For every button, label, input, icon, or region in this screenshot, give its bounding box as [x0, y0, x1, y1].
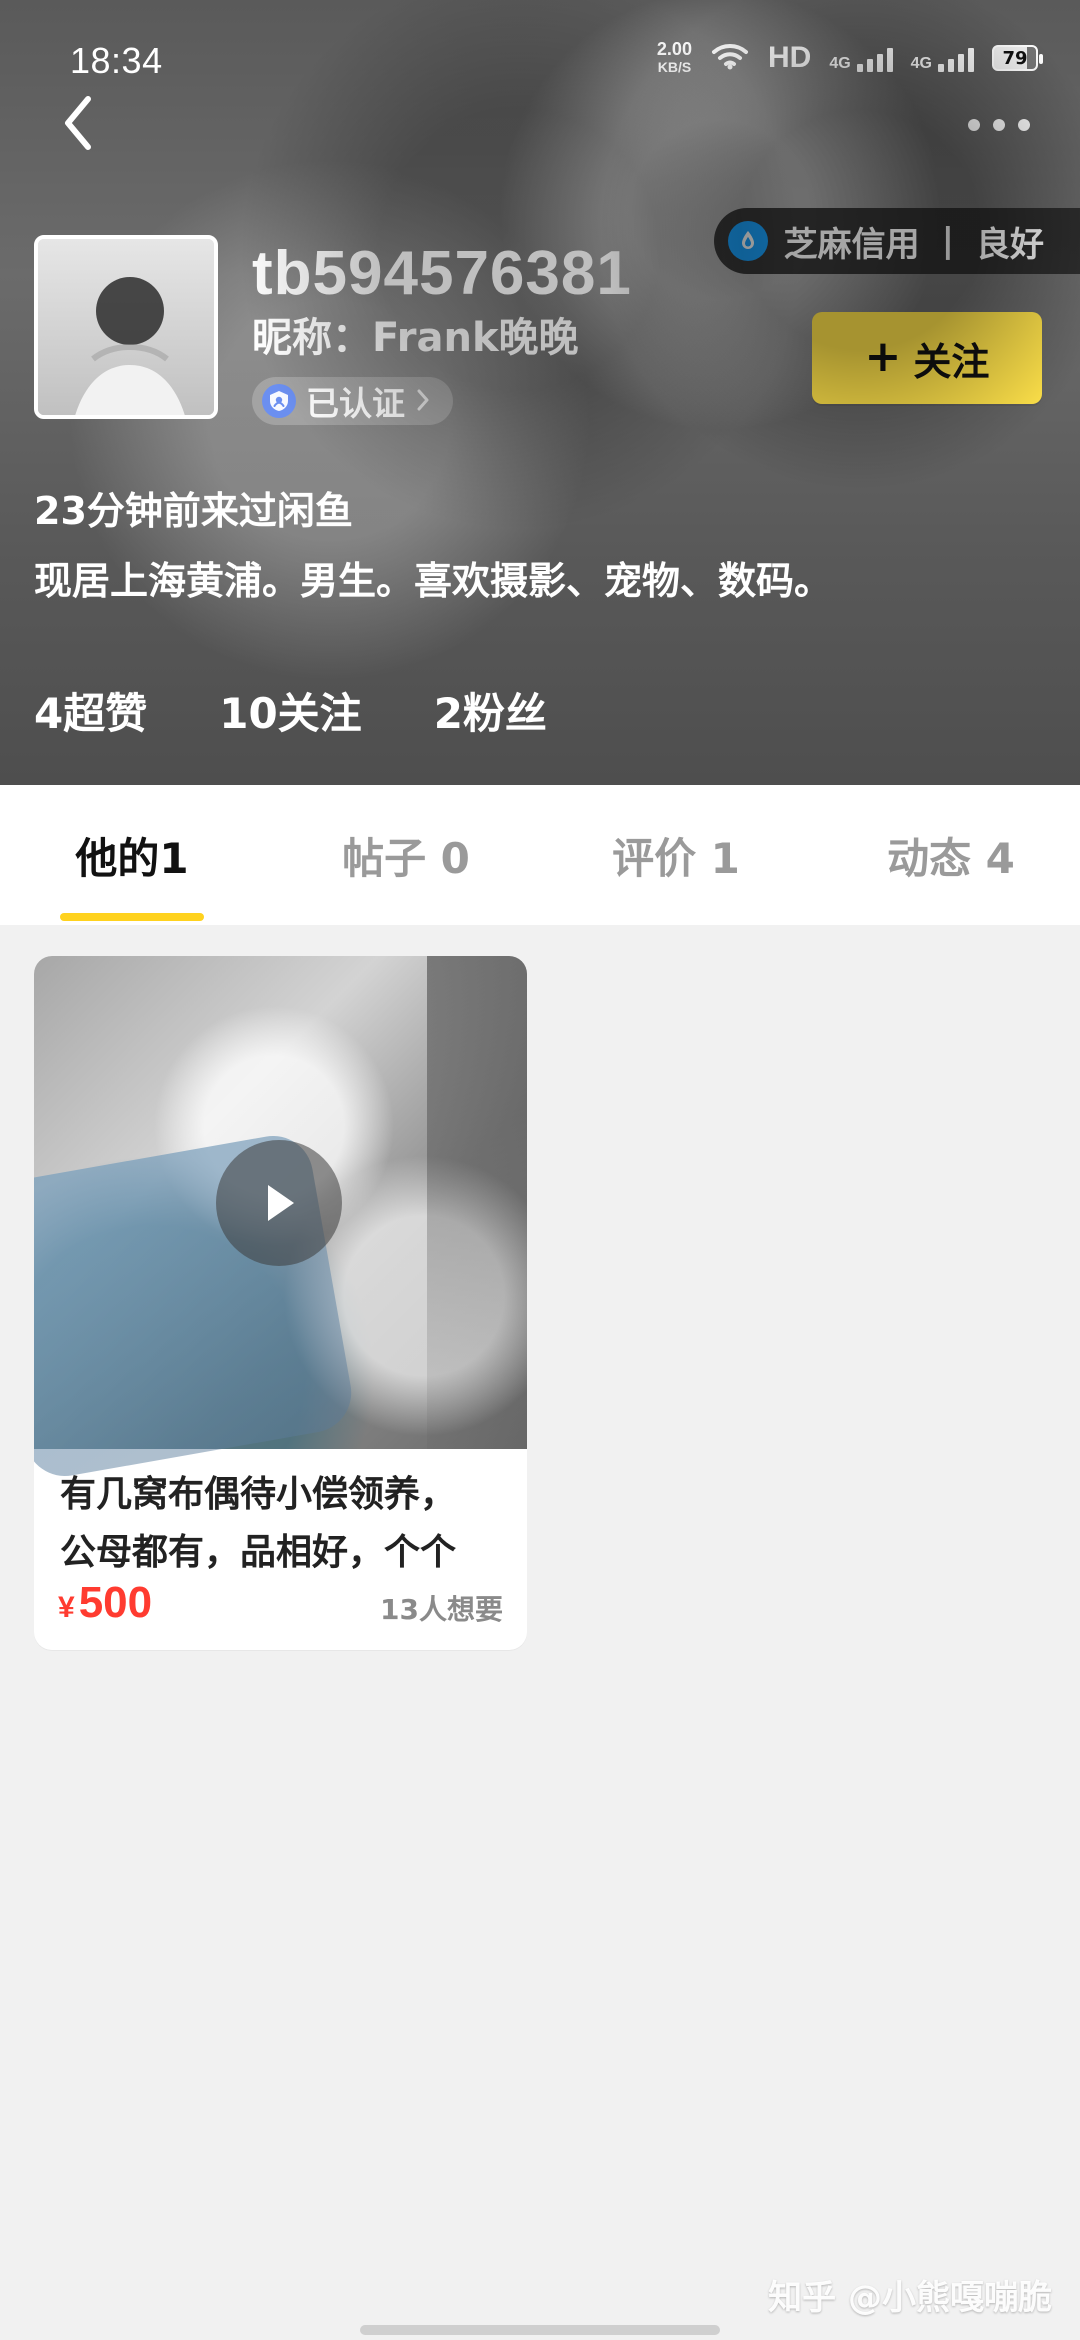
play-button[interactable]	[216, 1140, 342, 1266]
credit-drop-icon	[727, 221, 768, 261]
verified-user-icon	[262, 384, 296, 418]
credit-separator: |	[941, 221, 954, 261]
home-indicator[interactable]	[360, 2325, 720, 2335]
price-amount: 500	[78, 1578, 153, 1627]
stat-following[interactable]: 10关注	[219, 680, 361, 741]
want-count: 13人想要	[380, 1593, 503, 1626]
status-bar: 18:34 2.00 KB/S HD 4G 4G 79	[0, 0, 1080, 100]
last-seen: 23分钟前来过闲鱼	[34, 489, 353, 533]
signal-bars-icon	[938, 44, 974, 72]
sim2: 4G	[911, 44, 974, 72]
battery-level: 79	[1002, 47, 1028, 69]
verified-label: 已认证	[306, 384, 405, 423]
profile-header: 18:34 2.00 KB/S HD 4G 4G 79 tb594576381 …	[0, 0, 1080, 785]
profile-tabs: 他的1 帖子 0 评价 1 动态 4	[0, 785, 1080, 925]
sim2-label: 4G	[910, 55, 932, 72]
tab-posts[interactable]: 帖子 0	[336, 785, 476, 925]
more-horizontal-icon	[968, 119, 1030, 131]
listing-thumbnail[interactable]	[34, 956, 527, 1449]
credit-rating: 良好	[976, 224, 1044, 265]
net-speed: 2.00 KB/S	[657, 40, 692, 76]
tab-reviews[interactable]: 评价 1	[606, 785, 746, 925]
credit-label: 芝麻信用	[783, 224, 920, 265]
follow-button[interactable]: + 关注	[812, 312, 1042, 404]
status-time: 18:34	[70, 40, 163, 81]
status-indicators: 2.00 KB/S HD 4G 4G 79	[657, 40, 1043, 76]
tab-activity[interactable]: 动态 4	[876, 785, 1026, 925]
username: tb594576381	[252, 239, 632, 308]
stat-followers[interactable]: 2粉丝	[434, 680, 547, 741]
net-speed-unit: KB/S	[657, 59, 692, 75]
avatar[interactable]	[34, 235, 218, 419]
listing-title: 有几窝布偶待小偿领养， 公母都有，品相好，个个	[60, 1474, 457, 1573]
listing-price: ¥ 500	[58, 1578, 152, 1628]
wifi-icon	[710, 42, 750, 74]
net-speed-value: 2.00	[656, 39, 692, 59]
bio: 现居上海黄浦。男生。喜欢摄影、宠物、数码。	[34, 559, 833, 603]
hd-indicator: HD	[767, 41, 812, 74]
more-options-button[interactable]	[954, 95, 1044, 155]
plus-icon: +	[864, 331, 902, 382]
sim1-label: 4G	[829, 55, 851, 72]
credit-badge[interactable]: 芝麻信用 | 良好	[713, 208, 1080, 274]
stat-super-likes[interactable]: 4超赞	[34, 680, 147, 741]
tab-his[interactable]: 他的1	[72, 785, 192, 925]
battery-icon: 79	[992, 45, 1043, 71]
chevron-left-icon	[65, 96, 91, 150]
listing-card[interactable]: 有几窝布偶待小偿领养， 公母都有，品相好，个个 ¥ 500 13人想要	[34, 956, 527, 1650]
back-button[interactable]	[48, 88, 108, 158]
follow-button-label: 关注	[913, 339, 990, 384]
sim1: 4G	[829, 44, 893, 72]
play-icon	[268, 1185, 294, 1221]
currency-symbol: ¥	[58, 1591, 75, 1624]
verified-badge[interactable]: 已认证	[252, 377, 453, 425]
signal-bars-icon	[856, 44, 893, 72]
user-photo-icon	[38, 239, 214, 415]
profile-stats: 4超赞 10关注 2粉丝	[34, 680, 547, 741]
active-tab-indicator	[60, 913, 204, 921]
nickname: 昵称：Frank晚晚	[252, 315, 579, 361]
chevron-right-icon	[415, 382, 431, 421]
watermark: 知乎 @小熊嘎嘣脆	[768, 2278, 1052, 2318]
